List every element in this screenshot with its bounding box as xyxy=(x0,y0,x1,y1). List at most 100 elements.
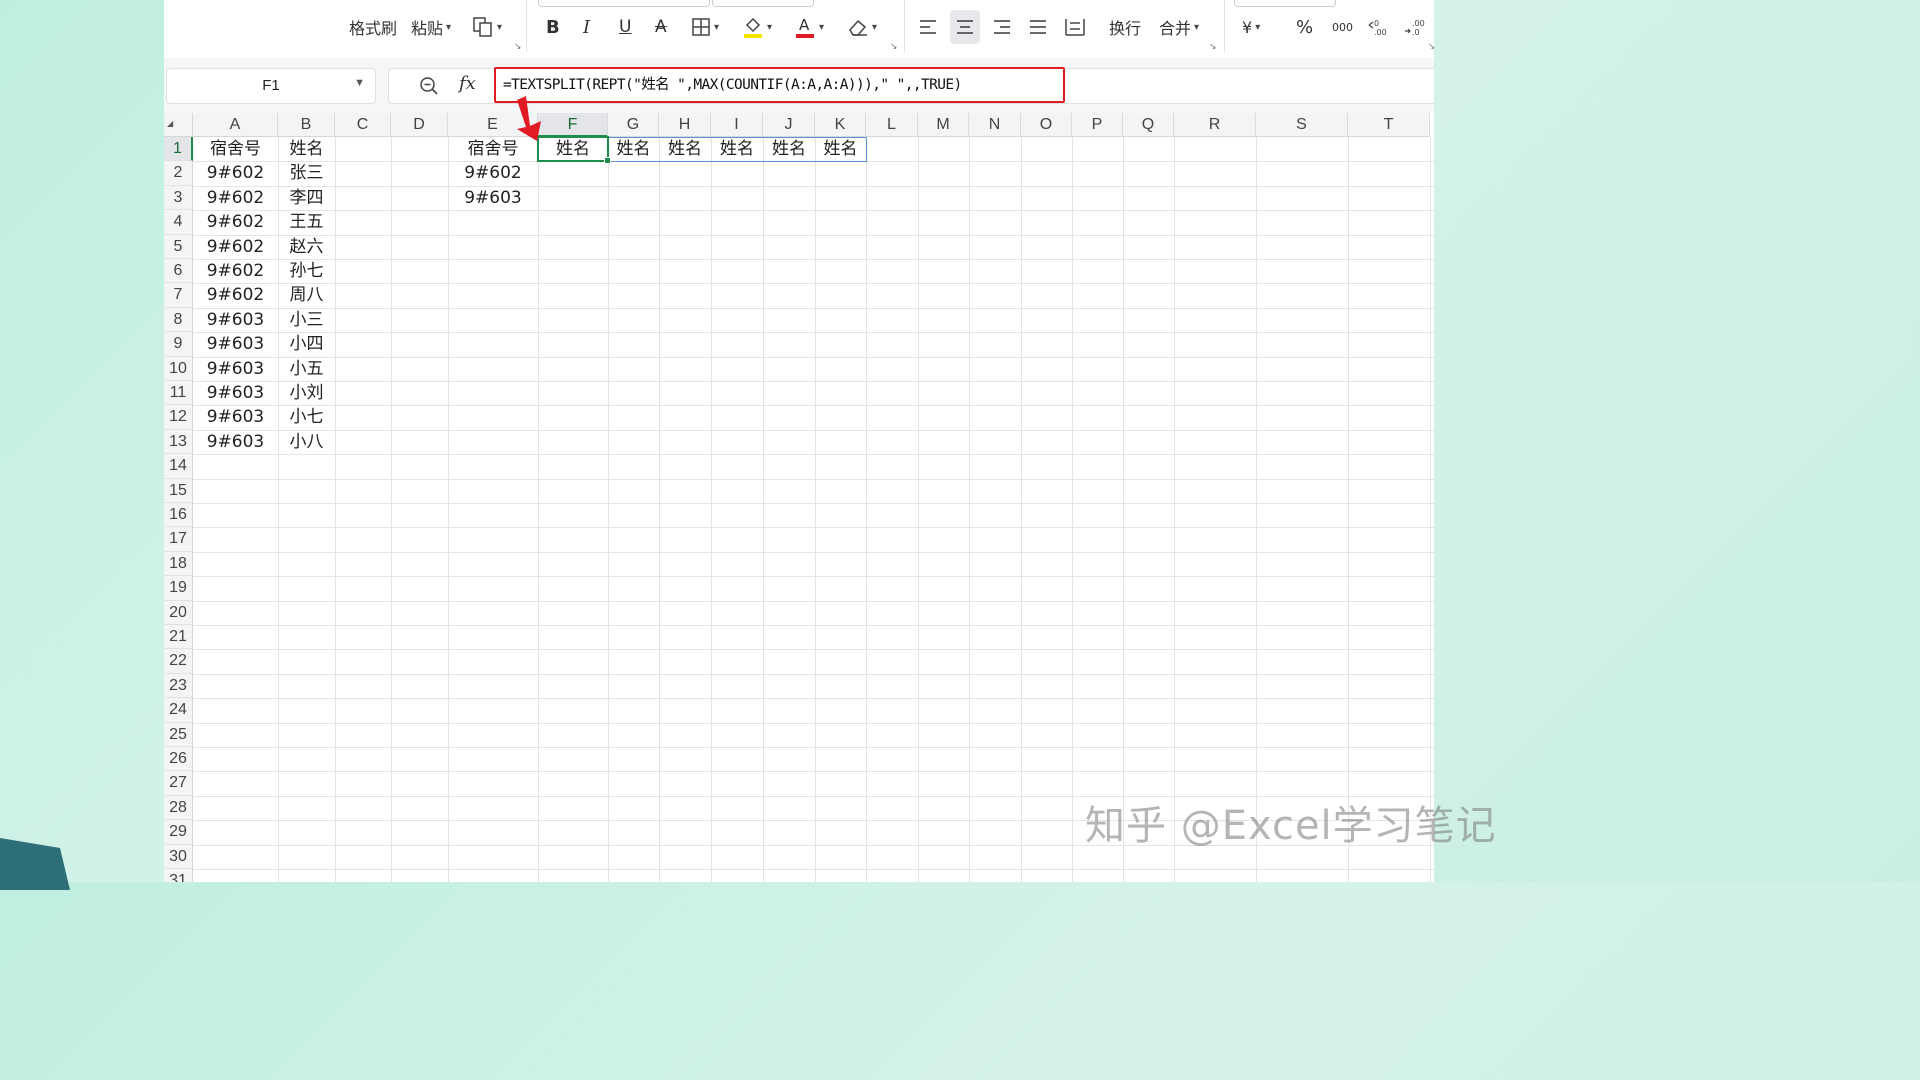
row-header-10[interactable]: 10 xyxy=(164,356,193,381)
cell-k1[interactable]: 姓名 xyxy=(815,137,866,161)
cell-b10[interactable]: 小五 xyxy=(278,357,335,381)
merge-button[interactable]: 合并 ▾ xyxy=(1159,10,1199,44)
chevron-down-icon[interactable]: ▼ xyxy=(354,77,365,89)
zoom-icon[interactable] xyxy=(419,76,439,100)
decrease-decimal-button[interactable]: .00.0 xyxy=(1404,10,1426,44)
increase-decimal-button[interactable]: 0.00 xyxy=(1368,10,1390,44)
row-header-7[interactable]: 7 xyxy=(164,283,193,308)
number-format-box-fragment[interactable] xyxy=(1234,0,1336,7)
column-header-i[interactable]: I xyxy=(711,113,763,137)
cell-b9[interactable]: 小四 xyxy=(278,332,335,356)
row-header-26[interactable]: 26 xyxy=(164,747,193,772)
column-header-g[interactable]: G xyxy=(608,113,659,137)
row-header-16[interactable]: 16 xyxy=(164,503,193,528)
cell-j1[interactable]: 姓名 xyxy=(763,137,815,161)
justify-button[interactable] xyxy=(1028,10,1048,44)
column-header-a[interactable]: A xyxy=(193,113,278,137)
column-header-f[interactable]: F xyxy=(538,113,608,137)
row-header-8[interactable]: 8 xyxy=(164,307,193,333)
cell-b12[interactable]: 小七 xyxy=(278,405,335,429)
fill-color-button[interactable]: ▾ xyxy=(742,10,772,44)
column-header-q[interactable]: Q xyxy=(1123,113,1174,137)
borders-button[interactable]: ▾ xyxy=(691,10,719,44)
column-header-b[interactable]: B xyxy=(278,113,335,137)
insert-function-icon[interactable]: fx xyxy=(459,73,476,94)
row-header-15[interactable]: 15 xyxy=(164,478,193,503)
formula-input-area[interactable]: fx =TEXTSPLIT(REPT("姓名 ",MAX(COUNTIF(A:A… xyxy=(388,67,1434,104)
cell-a8[interactable]: 9#603 xyxy=(193,308,278,332)
column-header-k[interactable]: K xyxy=(815,113,866,137)
italic-button[interactable]: I xyxy=(583,10,590,44)
cell-a3[interactable]: 9#602 xyxy=(193,186,278,210)
font-color-button[interactable]: A ▾ xyxy=(794,10,824,44)
cell-a10[interactable]: 9#603 xyxy=(193,357,278,381)
column-header-n[interactable]: N xyxy=(969,113,1021,137)
paste-special-button[interactable]: ▾ xyxy=(472,10,502,44)
row-header-1[interactable]: 1 xyxy=(164,137,193,162)
alignment-launcher-icon[interactable]: ↘ xyxy=(1209,42,1217,52)
cell-b5[interactable]: 赵六 xyxy=(278,235,335,259)
cell-i1[interactable]: 姓名 xyxy=(711,137,763,161)
cell-e1[interactable]: 宿舍号 xyxy=(448,137,538,161)
column-header-c[interactable]: C xyxy=(335,113,391,137)
number-launcher-icon[interactable]: ↘ xyxy=(1428,42,1434,52)
font-launcher-icon[interactable]: ↘ xyxy=(890,42,898,52)
fill-handle[interactable] xyxy=(604,157,611,165)
wrap-text-button[interactable]: 换行 xyxy=(1109,10,1141,44)
row-header-24[interactable]: 24 xyxy=(164,698,193,723)
row-header-31[interactable]: 31 xyxy=(164,869,193,882)
cell-e3[interactable]: 9#603 xyxy=(448,186,538,210)
row-header-11[interactable]: 11 xyxy=(164,381,193,406)
clear-format-button[interactable]: ▾ xyxy=(847,10,877,44)
row-header-22[interactable]: 22 xyxy=(164,649,193,674)
row-header-28[interactable]: 28 xyxy=(164,795,193,821)
column-header-d[interactable]: D xyxy=(391,113,448,137)
cell-b13[interactable]: 小八 xyxy=(278,430,335,454)
align-center-button[interactable] xyxy=(950,10,980,44)
cell-h1[interactable]: 姓名 xyxy=(659,137,711,161)
cell-a7[interactable]: 9#602 xyxy=(193,283,278,307)
cell-a12[interactable]: 9#603 xyxy=(193,405,278,429)
cell-a5[interactable]: 9#602 xyxy=(193,235,278,259)
cell-b3[interactable]: 李四 xyxy=(278,186,335,210)
thousands-separator-button[interactable]: 000 xyxy=(1332,10,1353,44)
row-header-29[interactable]: 29 xyxy=(164,820,193,845)
column-header-p[interactable]: P xyxy=(1072,113,1123,137)
cell-g1[interactable]: 姓名 xyxy=(608,137,659,161)
row-header-5[interactable]: 5 xyxy=(164,234,193,259)
strikethrough-button[interactable]: A xyxy=(655,10,667,44)
column-header-j[interactable]: J xyxy=(763,113,815,137)
row-header-25[interactable]: 25 xyxy=(164,722,193,747)
percent-button[interactable]: % xyxy=(1296,10,1313,44)
font-size-box-fragment[interactable] xyxy=(712,0,814,7)
row-header-3[interactable]: 3 xyxy=(164,185,193,211)
name-box[interactable]: F1 ▼ xyxy=(166,68,376,104)
row-header-12[interactable]: 12 xyxy=(164,405,193,430)
column-header-o[interactable]: O xyxy=(1021,113,1072,137)
formula-text[interactable]: =TEXTSPLIT(REPT("姓名 ",MAX(COUNTIF(A:A,A:… xyxy=(494,67,1065,103)
column-header-s[interactable]: S xyxy=(1256,113,1348,137)
format-painter-button[interactable]: 格式刷 xyxy=(349,10,397,44)
align-left-button[interactable] xyxy=(918,10,938,44)
row-header-4[interactable]: 4 xyxy=(164,210,193,235)
row-header-20[interactable]: 20 xyxy=(164,600,193,625)
row-header-14[interactable]: 14 xyxy=(164,454,193,479)
row-header-30[interactable]: 30 xyxy=(164,844,193,869)
column-header-r[interactable]: R xyxy=(1174,113,1256,137)
cell-a9[interactable]: 9#603 xyxy=(193,332,278,356)
cell-a4[interactable]: 9#602 xyxy=(193,210,278,234)
select-all-corner[interactable]: ◢ xyxy=(164,113,193,137)
row-header-18[interactable]: 18 xyxy=(164,551,193,577)
cell-b11[interactable]: 小刘 xyxy=(278,381,335,405)
currency-button[interactable]: ¥ ▾ xyxy=(1242,10,1260,44)
row-header-2[interactable]: 2 xyxy=(164,161,193,186)
bold-button[interactable]: B xyxy=(546,10,560,44)
cell-e2[interactable]: 9#602 xyxy=(448,161,538,185)
cell-a13[interactable]: 9#603 xyxy=(193,430,278,454)
paste-button[interactable]: 粘贴 ▾ xyxy=(411,10,451,44)
row-header-19[interactable]: 19 xyxy=(164,576,193,601)
row-header-27[interactable]: 27 xyxy=(164,771,193,796)
column-header-t[interactable]: T xyxy=(1348,113,1430,137)
cell-a11[interactable]: 9#603 xyxy=(193,381,278,405)
cell-b4[interactable]: 王五 xyxy=(278,210,335,234)
